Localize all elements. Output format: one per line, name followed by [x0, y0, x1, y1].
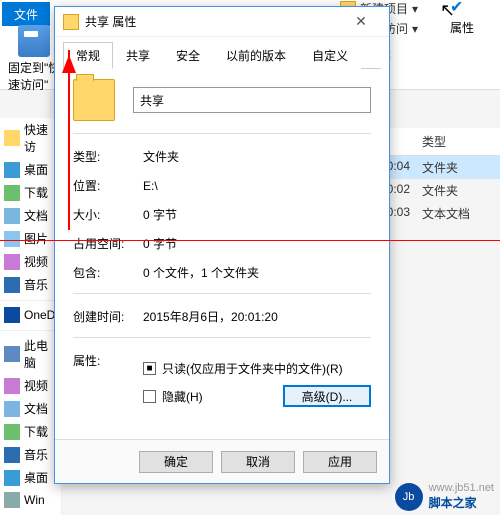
file-row[interactable]: 20:02文件夹	[380, 179, 500, 202]
sidebar-icon	[4, 401, 20, 417]
hidden-checkbox[interactable]	[143, 390, 156, 403]
folder-icon	[73, 79, 115, 121]
hidden-label: 隐藏(H)	[162, 388, 203, 405]
ok-button[interactable]: 确定	[139, 451, 213, 473]
sidebar-item[interactable]: 软件	[0, 511, 61, 515]
sidebar-item[interactable]: 视频	[0, 250, 61, 273]
attributes-label: 属性:	[73, 352, 143, 369]
sidebar-icon	[4, 254, 20, 270]
tab-security[interactable]: 安全	[163, 42, 213, 69]
sidebar-item[interactable]: 下载	[0, 181, 61, 204]
tab-previous-versions[interactable]: 以前的版本	[213, 42, 299, 69]
file-list[interactable]: 20:04文件夹20:02文件夹20:03文本文档	[380, 156, 500, 225]
column-header-type[interactable]: 类型	[422, 133, 500, 150]
pin-icon	[18, 25, 50, 57]
sidebar-item[interactable]: 视频	[0, 374, 61, 397]
size-value: 0 字节	[143, 206, 177, 223]
location-value: E:\	[143, 179, 158, 193]
sidebar-item[interactable]: 图片	[0, 227, 61, 250]
sidebar-item[interactable]: Win	[0, 489, 61, 511]
sidebar-icon	[4, 424, 20, 440]
dialog-title: 共享 属性	[85, 13, 341, 30]
properties-button[interactable]: ✔	[450, 0, 496, 16]
sidebar-item[interactable]: 文档	[0, 204, 61, 227]
tab-share[interactable]: 共享	[113, 42, 163, 69]
readonly-checkbox[interactable]: ■	[143, 362, 156, 375]
size-on-disk-label: 占用空间:	[73, 235, 143, 252]
sidebar-icon	[4, 307, 20, 323]
sidebar-icon	[4, 447, 20, 463]
readonly-label: 只读(仅应用于文件夹中的文件)(R)	[162, 360, 343, 377]
sidebar-icon	[4, 470, 20, 486]
location-label: 位置:	[73, 177, 143, 194]
properties-dialog: 共享 属性 ✕ 常规 共享 安全 以前的版本 自定义 共享 类型:文件夹 位置:…	[54, 6, 390, 484]
sidebar-item[interactable]: 文档	[0, 397, 61, 420]
created-label: 创建时间:	[73, 308, 143, 325]
sidebar-icon	[4, 378, 20, 394]
file-tab[interactable]: 文件	[2, 2, 50, 26]
sidebar-item[interactable]: 此电脑	[0, 330, 61, 374]
cancel-button[interactable]: 取消	[221, 451, 295, 473]
sidebar-item[interactable]: OneD	[0, 300, 61, 326]
size-on-disk-value: 0 字节	[143, 235, 177, 252]
navigation-sidebar[interactable]: 快速访桌面下载文档图片视频音乐OneD此电脑视频文档下载音乐桌面Win软件	[0, 118, 62, 515]
pin-label: 固定到"快速访问"	[8, 59, 60, 93]
sidebar-item[interactable]: 桌面	[0, 466, 61, 489]
sidebar-icon	[4, 346, 20, 362]
sidebar-icon	[4, 277, 20, 293]
tab-custom[interactable]: 自定义	[299, 42, 361, 69]
folder-icon	[63, 14, 79, 30]
folder-name-input[interactable]: 共享	[133, 87, 371, 113]
sidebar-item[interactable]: 快速访	[0, 118, 61, 158]
type-value: 文件夹	[143, 148, 179, 165]
file-row[interactable]: 20:04文件夹	[380, 156, 500, 179]
sidebar-item[interactable]: 下载	[0, 420, 61, 443]
sidebar-icon	[4, 492, 20, 508]
sidebar-icon	[4, 231, 20, 247]
advanced-button[interactable]: 高级(D)...	[283, 385, 371, 407]
sidebar-item[interactable]: 音乐	[0, 443, 61, 466]
sidebar-item[interactable]: 音乐	[0, 273, 61, 296]
type-label: 类型:	[73, 148, 143, 165]
contains-value: 0 个文件，1 个文件夹	[143, 264, 259, 281]
sidebar-item[interactable]: 桌面	[0, 158, 61, 181]
created-value: 2015年8月6日，20:01:20	[143, 308, 278, 325]
pin-to-quick-access-button[interactable]: 固定到"快速访问"	[8, 25, 60, 93]
apply-button[interactable]: 应用	[303, 451, 377, 473]
tab-general[interactable]: 常规	[63, 42, 113, 69]
sidebar-icon	[4, 185, 20, 201]
size-label: 大小:	[73, 206, 143, 223]
sidebar-icon	[4, 162, 20, 178]
contains-label: 包含:	[73, 264, 143, 281]
file-row[interactable]: 20:03文本文档	[380, 202, 500, 225]
sidebar-icon	[4, 208, 20, 224]
sidebar-icon	[4, 130, 20, 146]
close-button[interactable]: ✕	[341, 8, 381, 36]
watermark: Jb www.jb51.net 脚本之家	[395, 482, 494, 511]
check-icon: ✔	[450, 0, 463, 16]
watermark-logo: Jb	[395, 483, 423, 511]
